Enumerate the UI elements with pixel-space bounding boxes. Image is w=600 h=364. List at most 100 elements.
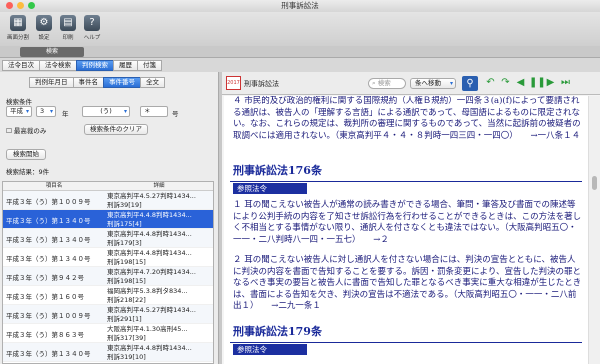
article-jump-select[interactable]: 条へ移動 — [410, 78, 456, 89]
document-panel: 2017 刑事訴訟法 ⌕ 検索 条へ移動 ⚲ ↶ ↷ ◀ ❚❚ ▶ ⏭ ４ 市民… — [222, 72, 600, 364]
detail-line: 刑訴317[39] — [107, 334, 146, 342]
cell-detail: 東京高判平4.4.8判時1434... 刑訴179[3] — [105, 229, 213, 247]
detail-line: 福岡高判平5.3.8判タ834... — [107, 287, 188, 295]
cell-detail: 東京高判平4.4.8判時1434... 刑訴198[15] — [105, 248, 213, 266]
search-tabs: 法令目次 法令検索 判例検索 履歴 付箋 — [2, 60, 162, 71]
case-type-select[interactable]: (う) — [82, 106, 130, 117]
print-button[interactable]: ▤ 印刷 — [58, 15, 78, 41]
search-conditions-label: 検索条件 — [6, 98, 32, 106]
start-search-button[interactable]: 検索開始 — [6, 149, 46, 160]
clear-conditions-button[interactable]: 検索条件のクリア — [84, 124, 148, 135]
window-titlebar: 刑事訴訟法 — [0, 0, 600, 12]
undo-icon[interactable]: ↶ — [484, 76, 497, 89]
detail-line: 東京高判平4.4.8判時1434... — [107, 230, 192, 238]
article-heading: 刑事訴訟法179条 — [233, 325, 322, 338]
cell-item: 平成３年（う）第１００９号 — [6, 198, 91, 206]
detail-line: 刑訴319[10] — [107, 353, 146, 361]
detail-line: 東京高判平4.5.27判時1434... — [107, 192, 196, 200]
scroll-thumb[interactable] — [592, 176, 597, 190]
cell-item: 平成３年（う）第１３４０号 — [6, 217, 91, 225]
reference-label: 参照法令 — [233, 183, 307, 194]
table-row[interactable]: 平成３年（う）第１００９号 東京高判平4.5.27判時1434... 刑訴39[19… — [3, 191, 213, 210]
detail-line: 東京高判平4.4.8判時1434... — [107, 344, 192, 352]
table-row[interactable]: 平成３年（う）第１３４０号 東京高判平4.4.8判時1434... 刑訴175[4] — [3, 210, 213, 229]
case-search-tab[interactable]: 事件番号 — [103, 77, 141, 88]
table-row[interactable]: 平成３年（う）第１００９号 東京高判平4.5.27判時1434... 刑訴291[1… — [3, 305, 213, 324]
column-item[interactable]: 項目名 — [3, 182, 105, 190]
table-row[interactable]: 平成３年（う）第１６０号 福岡高判平5.3.8判タ834... 刑訴218[22] — [3, 286, 213, 305]
detail-line: 刑訴179[3] — [107, 239, 142, 247]
window-title: 刑事訴訟法 — [281, 1, 319, 10]
table-row[interactable]: 平成３年（う）第１３４０号 東京高判平4.4.8判時1434... 刑訴319[10… — [3, 343, 213, 362]
detail-line: 東京高判平4.7.20判時1434... — [107, 268, 196, 276]
cell-item: 平成３年（う）第１６０号 — [6, 293, 84, 301]
case-search-tabs: 判例年月日 事件名 事件番号 全文 — [29, 77, 165, 88]
era-select[interactable]: 平成 — [6, 106, 32, 117]
detail-line: 刑訴198[15] — [107, 277, 146, 285]
cell-detail: 福岡高判平5.3.8判タ834... 刑訴218[22] — [105, 286, 213, 304]
case-number-field[interactable]: ＊ — [140, 106, 168, 117]
book-icon: 2017 — [226, 76, 241, 90]
results-table: 項目名 詳細 平成３年（う）第１００９号 東京高判平4.5.27判時1434... 刑… — [2, 181, 214, 364]
case-search-tab[interactable]: 事件名 — [72, 77, 104, 88]
case-search-tab[interactable]: 判例年月日 — [29, 77, 74, 88]
minimize-window-button[interactable] — [17, 2, 24, 9]
detail-line: 刑訴218[22] — [107, 296, 146, 304]
article-heading: 刑事訴訟法176条 — [233, 164, 322, 177]
detail-line: 東京高判平4.5.27判時1434... — [107, 306, 196, 314]
split-view-button[interactable]: ▦ 画面分割 — [7, 15, 29, 41]
detail-line: 刑訴39[19] — [107, 201, 142, 209]
case-search-tab[interactable]: 全文 — [140, 77, 165, 88]
cell-item: 平成３年（う）第１３４０号 — [6, 236, 91, 244]
document-scrollbar[interactable] — [588, 96, 600, 364]
cell-detail: 東京高判平4.4.8判時1434... 刑訴175[4] — [105, 210, 213, 228]
column-detail[interactable]: 詳細 — [105, 182, 213, 190]
toolbar: ▦ 画面分割 ⚙ 設定 ▤ 印刷 ? ヘルプ — [0, 12, 600, 46]
search-tab[interactable]: 履歴 — [113, 60, 138, 71]
cell-detail: 東京高判平4.4.8判時1434... 刑訴319[10] — [105, 343, 213, 361]
law-search-input[interactable]: ⌕ 検索 — [368, 78, 406, 89]
cell-detail: 東京高判平4.5.27判時1434... 刑訴39[19] — [105, 191, 213, 209]
table-row[interactable]: 平成３年（う）第９４２号 東京高判平4.7.20判時1434... 刑訴198[15… — [3, 267, 213, 286]
back-icon[interactable]: ◀ — [514, 76, 527, 89]
result-count: 検索結果：9件 — [6, 168, 50, 176]
help-icon: ? — [84, 15, 100, 31]
cell-detail: 大阪高判平4.1.30高刑45... 刑訴317[39] — [105, 324, 213, 342]
search-tab[interactable]: 付箋 — [137, 60, 162, 71]
cell-detail: 東京高判平4.7.20判時1434... 刑訴198[15] — [105, 267, 213, 285]
end-icon[interactable]: ⏭ — [559, 76, 572, 89]
document-toolbar: 2017 刑事訴訟法 ⌕ 検索 条へ移動 ⚲ ↶ ↷ ◀ ❚❚ ▶ ⏭ — [222, 72, 600, 95]
gear-icon: ⚙ — [36, 15, 52, 31]
pause-icon[interactable]: ❚❚ — [529, 76, 546, 89]
supreme-court-only-checkbox[interactable]: ☐ 最高裁のみ — [6, 125, 46, 135]
forward-icon[interactable]: ▶ — [544, 76, 557, 89]
settings-button[interactable]: ⚙ 設定 — [34, 15, 54, 41]
mode-segment: 検索 — [0, 46, 600, 58]
document-view: ４ 市民的及び政治的権利に関する国際規約（人権Ｂ規約）一四条３(a)(f)によっ… — [224, 96, 588, 364]
paragraph: ４ 市民的及び政治的権利に関する国際規約（人権Ｂ規約）一四条３(a)(f)によっ… — [233, 96, 581, 141]
detail-line: 東京高判平4.4.8判時1434... — [107, 211, 192, 219]
table-row[interactable]: 平成３年（う）第８６３号 大阪高判平4.1.30高刑45... 刑訴317[39] — [3, 324, 213, 343]
window-controls[interactable] — [6, 2, 35, 9]
table-row[interactable]: 平成３年（う）第１３４０号 東京高判平4.4.8判時1434... 刑訴198[15… — [3, 248, 213, 267]
year-stepper[interactable]: 3 — [36, 106, 56, 117]
redo-icon[interactable]: ↷ — [499, 76, 512, 89]
close-window-button[interactable] — [6, 2, 13, 9]
reference-label: 参照法令 — [233, 344, 307, 355]
search-tab[interactable]: 法令検索 — [39, 60, 77, 71]
detail-line: 刑訴175[4] — [107, 220, 142, 228]
law-title: 刑事訴訟法 — [244, 80, 279, 88]
cell-detail: 東京高判平4.5.27判時1434... 刑訴291[1] — [105, 305, 213, 323]
help-button[interactable]: ? ヘルプ — [82, 15, 102, 41]
search-tab[interactable]: 判例検索 — [76, 60, 114, 71]
cell-item: 平成３年（う）第８６３号 — [6, 331, 84, 339]
zoom-window-button[interactable] — [28, 2, 35, 9]
cell-item: 平成３年（う）第９４２号 — [6, 274, 84, 282]
cell-item: 平成３年（う）第１００９号 — [6, 312, 91, 320]
paragraph: ２ 耳の聞こえない被告人に対し通訳人を付さない場合には、判決の宣告とともに、被告… — [233, 255, 582, 311]
table-row[interactable]: 平成３年（う）第１３４０号 東京高判平4.4.8判時1434... 刑訴179[3] — [3, 229, 213, 248]
segment-search[interactable]: 検索 — [20, 47, 84, 57]
printer-icon: ▤ — [60, 15, 76, 31]
search-tab[interactable]: 法令目次 — [2, 60, 40, 71]
search-icon[interactable]: ⚲ — [462, 76, 478, 91]
